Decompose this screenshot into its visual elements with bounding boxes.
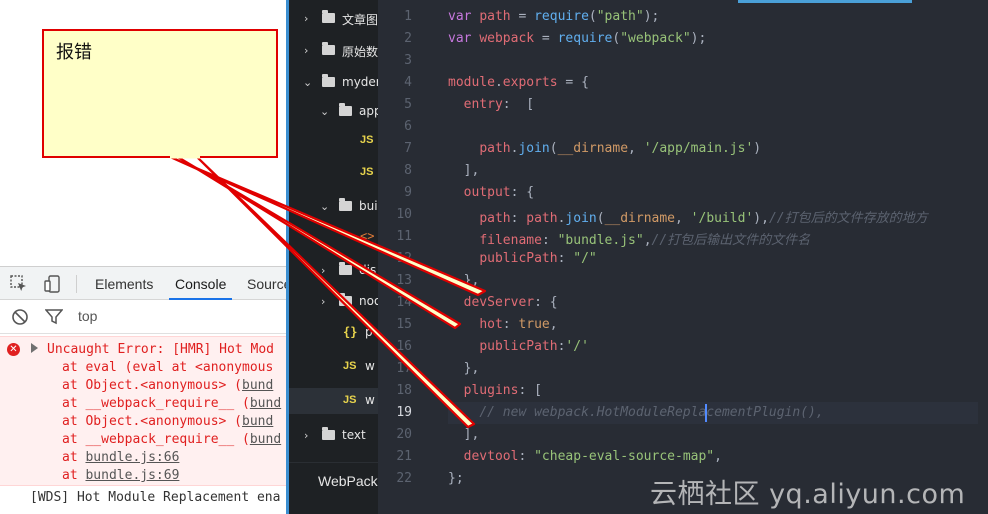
annotation-label: 报错 [56, 42, 92, 63]
callout-pointer [174, 154, 462, 330]
annotation-callout [42, 29, 487, 429]
callout-pointer [194, 154, 476, 429]
